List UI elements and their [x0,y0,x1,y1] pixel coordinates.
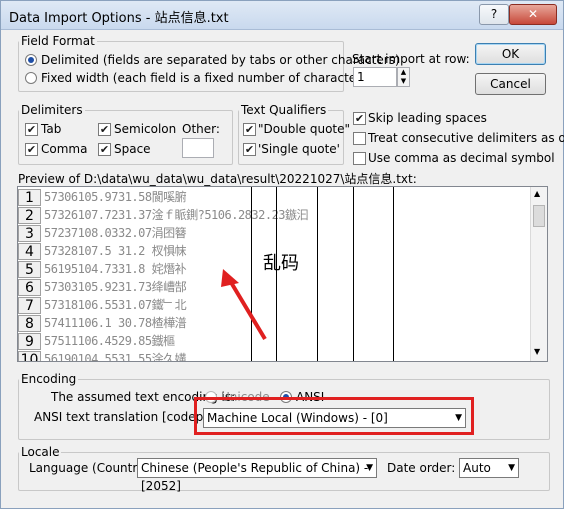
highlight-box [194,397,474,435]
single-quote-checkbox[interactable]: ✔ [243,143,256,156]
other-label: Other: [182,122,220,136]
row-number: 1 [18,189,41,206]
consecutive-checkbox[interactable] [353,132,366,145]
row-number: 10 [18,351,41,361]
scroll-down-icon[interactable]: ▼ [534,347,540,356]
semicolon-label: Semicolon [114,122,177,136]
consecutive-label: Treat consecutive delimiters as one [368,131,564,145]
preview-row: 57306105.9731.58閬嗘腑 [44,190,187,204]
delimited-label: Delimited (fields are separated by tabs … [41,53,400,67]
tab-label: Tab [41,122,62,136]
other-delimiter-input[interactable] [182,138,214,158]
locale-legend: Locale [21,445,60,459]
title-bar: Data Import Options - 站点信息.txt ? ✕ [1,1,563,30]
date-order-select[interactable]: Auto ▼ [459,458,519,478]
tab-checkbox[interactable]: ✔ [25,123,38,136]
cancel-button[interactable]: Cancel [475,73,546,95]
preview-row: 57237108.0332.07涓囨簮 [44,226,187,240]
import-dialog: Data Import Options - 站点信息.txt ? ✕ Field… [0,0,564,509]
close-button[interactable]: ✕ [509,4,557,25]
space-checkbox[interactable]: ✔ [98,143,111,156]
column-divider[interactable] [317,187,318,361]
row-number: 5 [18,261,41,278]
chevron-down-icon: ▼ [508,463,515,473]
fixed-width-radio[interactable] [25,72,37,84]
language-label: Language (Country): [29,461,154,475]
preview-row: 57328107.5 31.2 杈惧帓 [44,244,187,258]
preview-row: 57318106.5531.07鐵﹂北 [44,298,187,312]
semicolon-checkbox[interactable]: ✔ [98,123,111,136]
row-number: 9 [18,333,41,350]
space-label: Space [114,142,151,156]
skip-leading-label: Skip leading spaces [368,111,487,125]
fixed-width-label: Fixed width (each field is a fixed numbe… [41,71,405,85]
chevron-down-icon: ▼ [366,463,373,473]
row-number: 7 [18,297,41,314]
row-number: 3 [18,225,41,242]
preview-label: Preview of D:\data\wu_data\wu_data\resul… [18,172,417,186]
comma-label: Comma [41,142,88,156]
scroll-up-icon[interactable]: ▲ [534,189,540,198]
language-select[interactable]: Chinese (People's Republic of China) - [… [137,458,377,493]
field-format-legend: Field Format [21,34,95,48]
double-quote-checkbox[interactable]: ✔ [243,123,256,136]
delimited-radio[interactable] [25,54,37,66]
double-quote-label: "Double quote" [258,122,351,136]
window-title: Data Import Options - 站点信息.txt [9,11,229,26]
preview-row: 57411106.1 30.78楂樺潽 [44,316,187,330]
preview-scrollbar[interactable]: ▲ ▼ [530,187,547,361]
start-import-label: Start import at row: [352,52,470,66]
delimiters-legend: Delimiters [21,103,83,117]
row-number: 6 [18,279,41,296]
column-divider[interactable] [353,187,354,361]
date-order-label: Date order: [387,461,456,475]
column-divider[interactable] [393,187,394,361]
single-quote-label: 'Single quote' [258,142,340,156]
preview-row: 56195104.7331.8 姹熸补 [44,262,187,276]
comma-decimal-checkbox[interactable] [353,152,366,165]
preview-row: 57303105.9231.73绛嶆郜 [44,280,187,294]
row-number: 2 [18,207,41,224]
start-row-input[interactable]: 1 [353,67,397,87]
scroll-thumb[interactable] [533,205,545,227]
help-button[interactable]: ? [479,4,509,25]
encoding-legend: Encoding [21,372,77,386]
preview-row: 57326107.7231.37淦ｆ眽鍘?5106.2832.23鏃汩 [44,208,309,222]
preview-pane[interactable]: 1 57306105.9731.58閬嗘腑 2 57326107.7231.37… [17,186,548,362]
comma-decimal-label: Use comma as decimal symbol [368,151,555,165]
row-number: 4 [18,243,41,260]
ok-button[interactable]: OK [475,43,546,65]
row-number: 8 [18,315,41,332]
start-row-spinner[interactable]: ▲ ▼ [397,67,410,87]
preview-row: 57511106.4529.85鐡樞 [44,334,175,348]
preview-row: 56190104.5531.55涂久媾 [44,352,187,362]
skip-leading-checkbox[interactable]: ✔ [353,112,366,125]
comma-checkbox[interactable]: ✔ [25,143,38,156]
annotation-arrow-icon [221,269,267,341]
text-qualifiers-legend: Text Qualifiers [241,103,327,117]
date-order-value: Auto [463,461,491,475]
